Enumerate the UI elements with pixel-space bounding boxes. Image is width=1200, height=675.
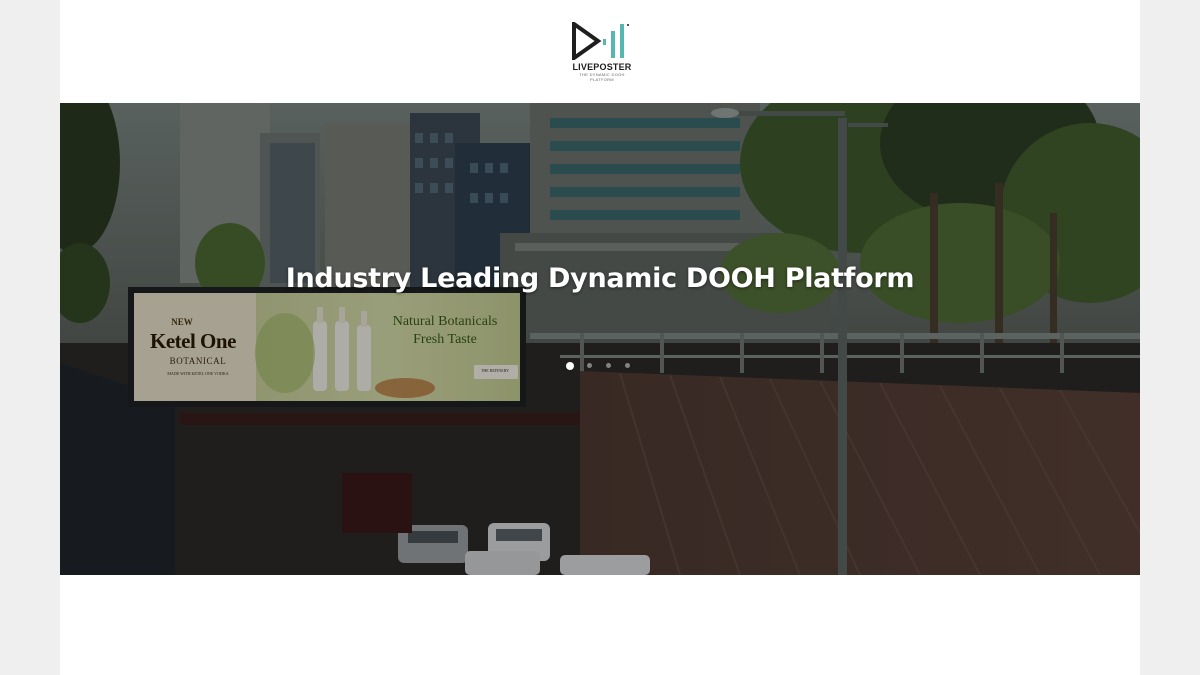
slider-dot-2[interactable] <box>587 363 592 368</box>
hero-title: Industry Leading Dynamic DOOH Platform <box>285 263 915 295</box>
slider-dot-3[interactable] <box>606 363 611 368</box>
hero-overlay <box>60 103 1140 575</box>
logo-mark-icon <box>572 22 629 60</box>
slider-dot-1[interactable] <box>566 362 574 370</box>
logo-wordmark: LIVEPOSTER <box>572 62 632 72</box>
hero-slider: NEW Ketel One BOTANICAL MADE WITH KETEL … <box>60 103 1140 575</box>
page: LIVEPOSTER THE DYNAMIC DOOH PLATFORM NEW… <box>60 0 1140 675</box>
slider-dot-4[interactable] <box>625 363 630 368</box>
logo-tagline: THE DYNAMIC DOOH PLATFORM <box>579 72 625 82</box>
site-header: LIVEPOSTER THE DYNAMIC DOOH PLATFORM <box>60 0 1140 103</box>
liveposter-logo[interactable]: LIVEPOSTER THE DYNAMIC DOOH PLATFORM <box>570 22 634 82</box>
